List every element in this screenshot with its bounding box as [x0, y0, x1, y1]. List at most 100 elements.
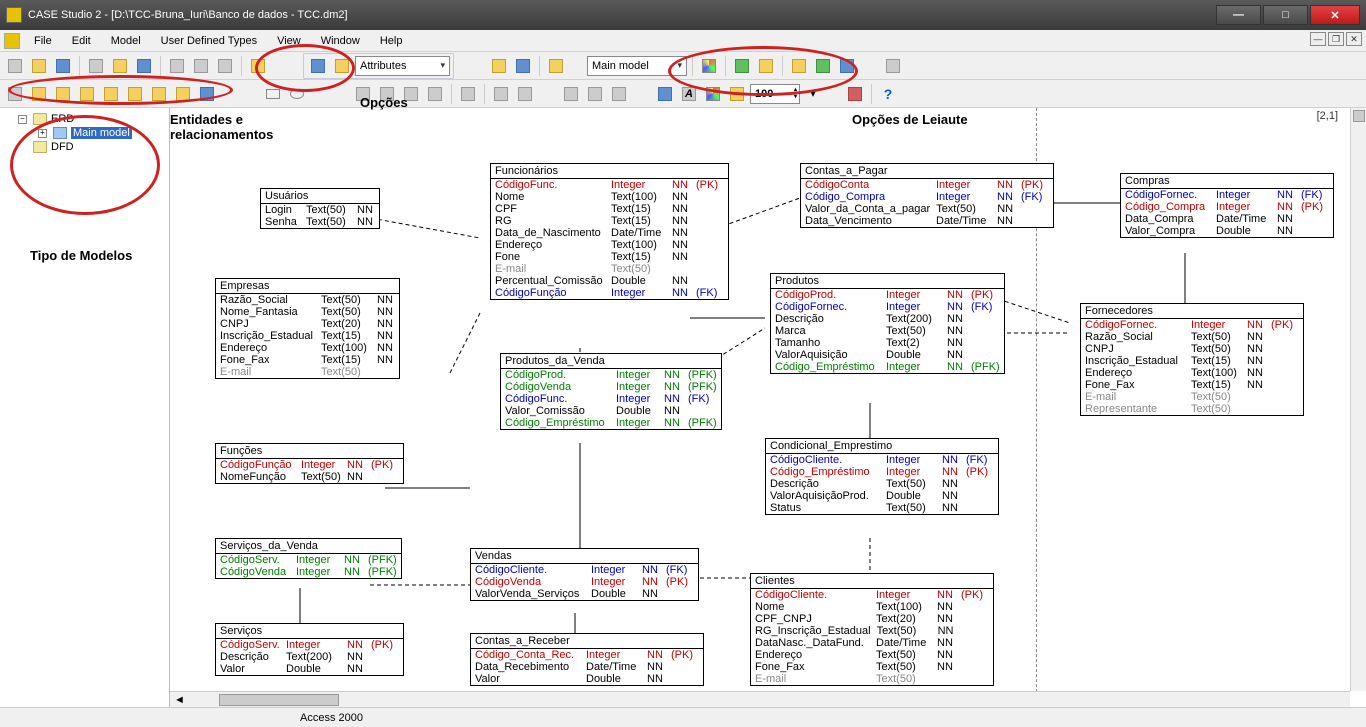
shape-rect[interactable]	[262, 83, 284, 105]
entity-funcionarios[interactable]: FuncionáriosCódigoFunc.IntegerNN(PK)Nome…	[490, 163, 729, 300]
color-tool-1[interactable]	[654, 83, 676, 105]
tool-a[interactable]	[488, 55, 510, 77]
menu-user-defined-types[interactable]: User Defined Types	[151, 32, 267, 50]
help-button[interactable]: ?	[877, 83, 899, 105]
tree-label-selected: Main model	[71, 127, 132, 139]
entity-funcoes[interactable]: FunçõesCódigoFunçãoIntegerNN(PK)NomeFunç…	[215, 443, 404, 484]
tool-c[interactable]	[545, 55, 567, 77]
entity-servicos_venda[interactable]: Serviços_da_VendaCódigoServ.IntegerNN(PF…	[215, 538, 402, 579]
align-left[interactable]	[352, 83, 374, 105]
tool-f[interactable]	[755, 55, 777, 77]
close-button[interactable]: ✕	[1310, 5, 1360, 25]
align-top[interactable]	[424, 83, 446, 105]
minimize-button[interactable]: —	[1216, 5, 1261, 25]
entity-usuarios[interactable]: UsuáriosLoginText(50)NNSenhaText(50)NN	[260, 188, 380, 229]
mdi-restore-button[interactable]: ❐	[1328, 32, 1344, 46]
model-combo[interactable]: Main model	[587, 56, 687, 76]
entity-row: Código_Conta_Rec.IntegerNN(PK)	[471, 649, 703, 661]
tree-dfd[interactable]: + DFD	[4, 140, 165, 154]
entity-row: CódigoContaIntegerNN(PK)	[801, 179, 1053, 191]
align-center[interactable]	[376, 83, 398, 105]
send-back[interactable]	[514, 83, 536, 105]
mdi-close-button[interactable]: ✕	[1346, 32, 1362, 46]
zoom-spinner[interactable]: 100	[750, 84, 800, 104]
entity-compras[interactable]: ComprasCódigoFornec.IntegerNN(FK)Código_…	[1120, 173, 1334, 238]
tool-i[interactable]	[836, 55, 858, 77]
layout-1[interactable]	[560, 83, 582, 105]
save-button[interactable]	[52, 55, 74, 77]
menu-model[interactable]: Model	[101, 32, 151, 50]
entity-condicional[interactable]: Condicional_EmprestimoCódigoCliente.Inte…	[765, 438, 999, 515]
maximize-button[interactable]: □	[1263, 5, 1308, 25]
align-right[interactable]	[400, 83, 422, 105]
horizontal-scrollbar[interactable]: ◄	[170, 691, 1350, 707]
rel-tool-2[interactable]	[76, 83, 98, 105]
layout-3[interactable]	[608, 83, 630, 105]
shape-ellipse[interactable]	[286, 83, 308, 105]
menu-view[interactable]: View	[267, 32, 311, 50]
menu-edit[interactable]: Edit	[62, 32, 101, 50]
entity-produtos[interactable]: ProdutosCódigoProd.IntegerNN(PK)CódigoFo…	[770, 273, 1005, 374]
align-bottom[interactable]	[457, 83, 479, 105]
entity-row: EndereçoText(100)NN	[1081, 367, 1303, 379]
check-button[interactable]	[247, 55, 269, 77]
rel-tool-1[interactable]	[52, 83, 74, 105]
open-button[interactable]	[28, 55, 50, 77]
layout-2[interactable]	[584, 83, 606, 105]
rel-tool-4[interactable]	[124, 83, 146, 105]
print-button[interactable]	[85, 55, 107, 77]
tree-erd[interactable]: − ERD	[4, 112, 165, 126]
paste-button[interactable]	[214, 55, 236, 77]
tool-d[interactable]	[698, 55, 720, 77]
report-button[interactable]	[109, 55, 131, 77]
entity-row: NomeText(100)NN	[751, 601, 993, 613]
entity-tool[interactable]	[28, 83, 50, 105]
layout-toggle-button[interactable]	[331, 55, 353, 77]
entity-row: Razão_SocialText(50)NN	[216, 294, 399, 306]
collapse-icon[interactable]: −	[18, 115, 27, 124]
menu-file[interactable]: File	[24, 32, 62, 50]
tool-j[interactable]	[882, 55, 904, 77]
zoom-dd[interactable]: ▾	[802, 83, 824, 105]
mdi-minimize-button[interactable]: —	[1310, 32, 1326, 46]
tree-main-model[interactable]: + Main model	[4, 126, 165, 140]
entity-produtos_venda[interactable]: Produtos_da_VendaCódigoProd.IntegerNN(PF…	[500, 353, 722, 430]
tool-e[interactable]	[731, 55, 753, 77]
tool-h[interactable]	[812, 55, 834, 77]
color-tool-2[interactable]: A	[678, 83, 700, 105]
cut-button[interactable]	[166, 55, 188, 77]
entity-row: DescriçãoText(200)NN	[771, 313, 1004, 325]
stamp-tool[interactable]	[196, 83, 218, 105]
entity-row: NomeFunçãoText(50)NN	[216, 471, 403, 483]
entity-contas_pagar[interactable]: Contas_a_PagarCódigoContaIntegerNN(PK)Có…	[800, 163, 1054, 228]
tool-red[interactable]	[844, 83, 866, 105]
vertical-scrollbar[interactable]	[1350, 108, 1366, 691]
color-tool-3[interactable]	[702, 83, 724, 105]
entity-row: ValorDoubleNN	[471, 673, 703, 685]
entity-vendas[interactable]: VendasCódigoCliente.IntegerNN(FK)CódigoV…	[470, 548, 699, 601]
copy-button[interactable]	[190, 55, 212, 77]
new-button[interactable]	[4, 55, 26, 77]
tool-g[interactable]	[788, 55, 810, 77]
note-tool[interactable]	[172, 83, 194, 105]
bring-front[interactable]	[490, 83, 512, 105]
menu-help[interactable]: Help	[370, 32, 413, 50]
pointer-tool[interactable]	[4, 83, 26, 105]
diagram-canvas[interactable]: [2,1] UsuáriosLoginText(50)NNSenhaText(5…	[170, 108, 1366, 707]
rel-tool-3[interactable]	[100, 83, 122, 105]
grid-toggle-button[interactable]	[307, 55, 329, 77]
entity-row: E-mailText(50)	[751, 673, 993, 685]
rel-tool-5[interactable]	[148, 83, 170, 105]
entity-title: Funcionários	[491, 164, 728, 179]
entity-servicos[interactable]: ServiçosCódigoServ.IntegerNN(PK)Descriçã…	[215, 623, 404, 676]
attributes-combo[interactable]: Attributes	[355, 56, 450, 76]
doc-button[interactable]	[133, 55, 155, 77]
entity-fornecedores[interactable]: FornecedoresCódigoFornec.IntegerNN(PK)Ra…	[1080, 303, 1304, 416]
expand-icon[interactable]: +	[38, 129, 47, 138]
tool-b[interactable]	[512, 55, 534, 77]
entity-clientes[interactable]: ClientesCódigoCliente.IntegerNN(PK)NomeT…	[750, 573, 994, 686]
entity-contas_receber[interactable]: Contas_a_ReceberCódigo_Conta_Rec.Integer…	[470, 633, 704, 686]
entity-empresas[interactable]: EmpresasRazão_SocialText(50)NNNome_Fanta…	[215, 278, 400, 379]
color-tool-4[interactable]	[726, 83, 748, 105]
menu-window[interactable]: Window	[311, 32, 370, 50]
